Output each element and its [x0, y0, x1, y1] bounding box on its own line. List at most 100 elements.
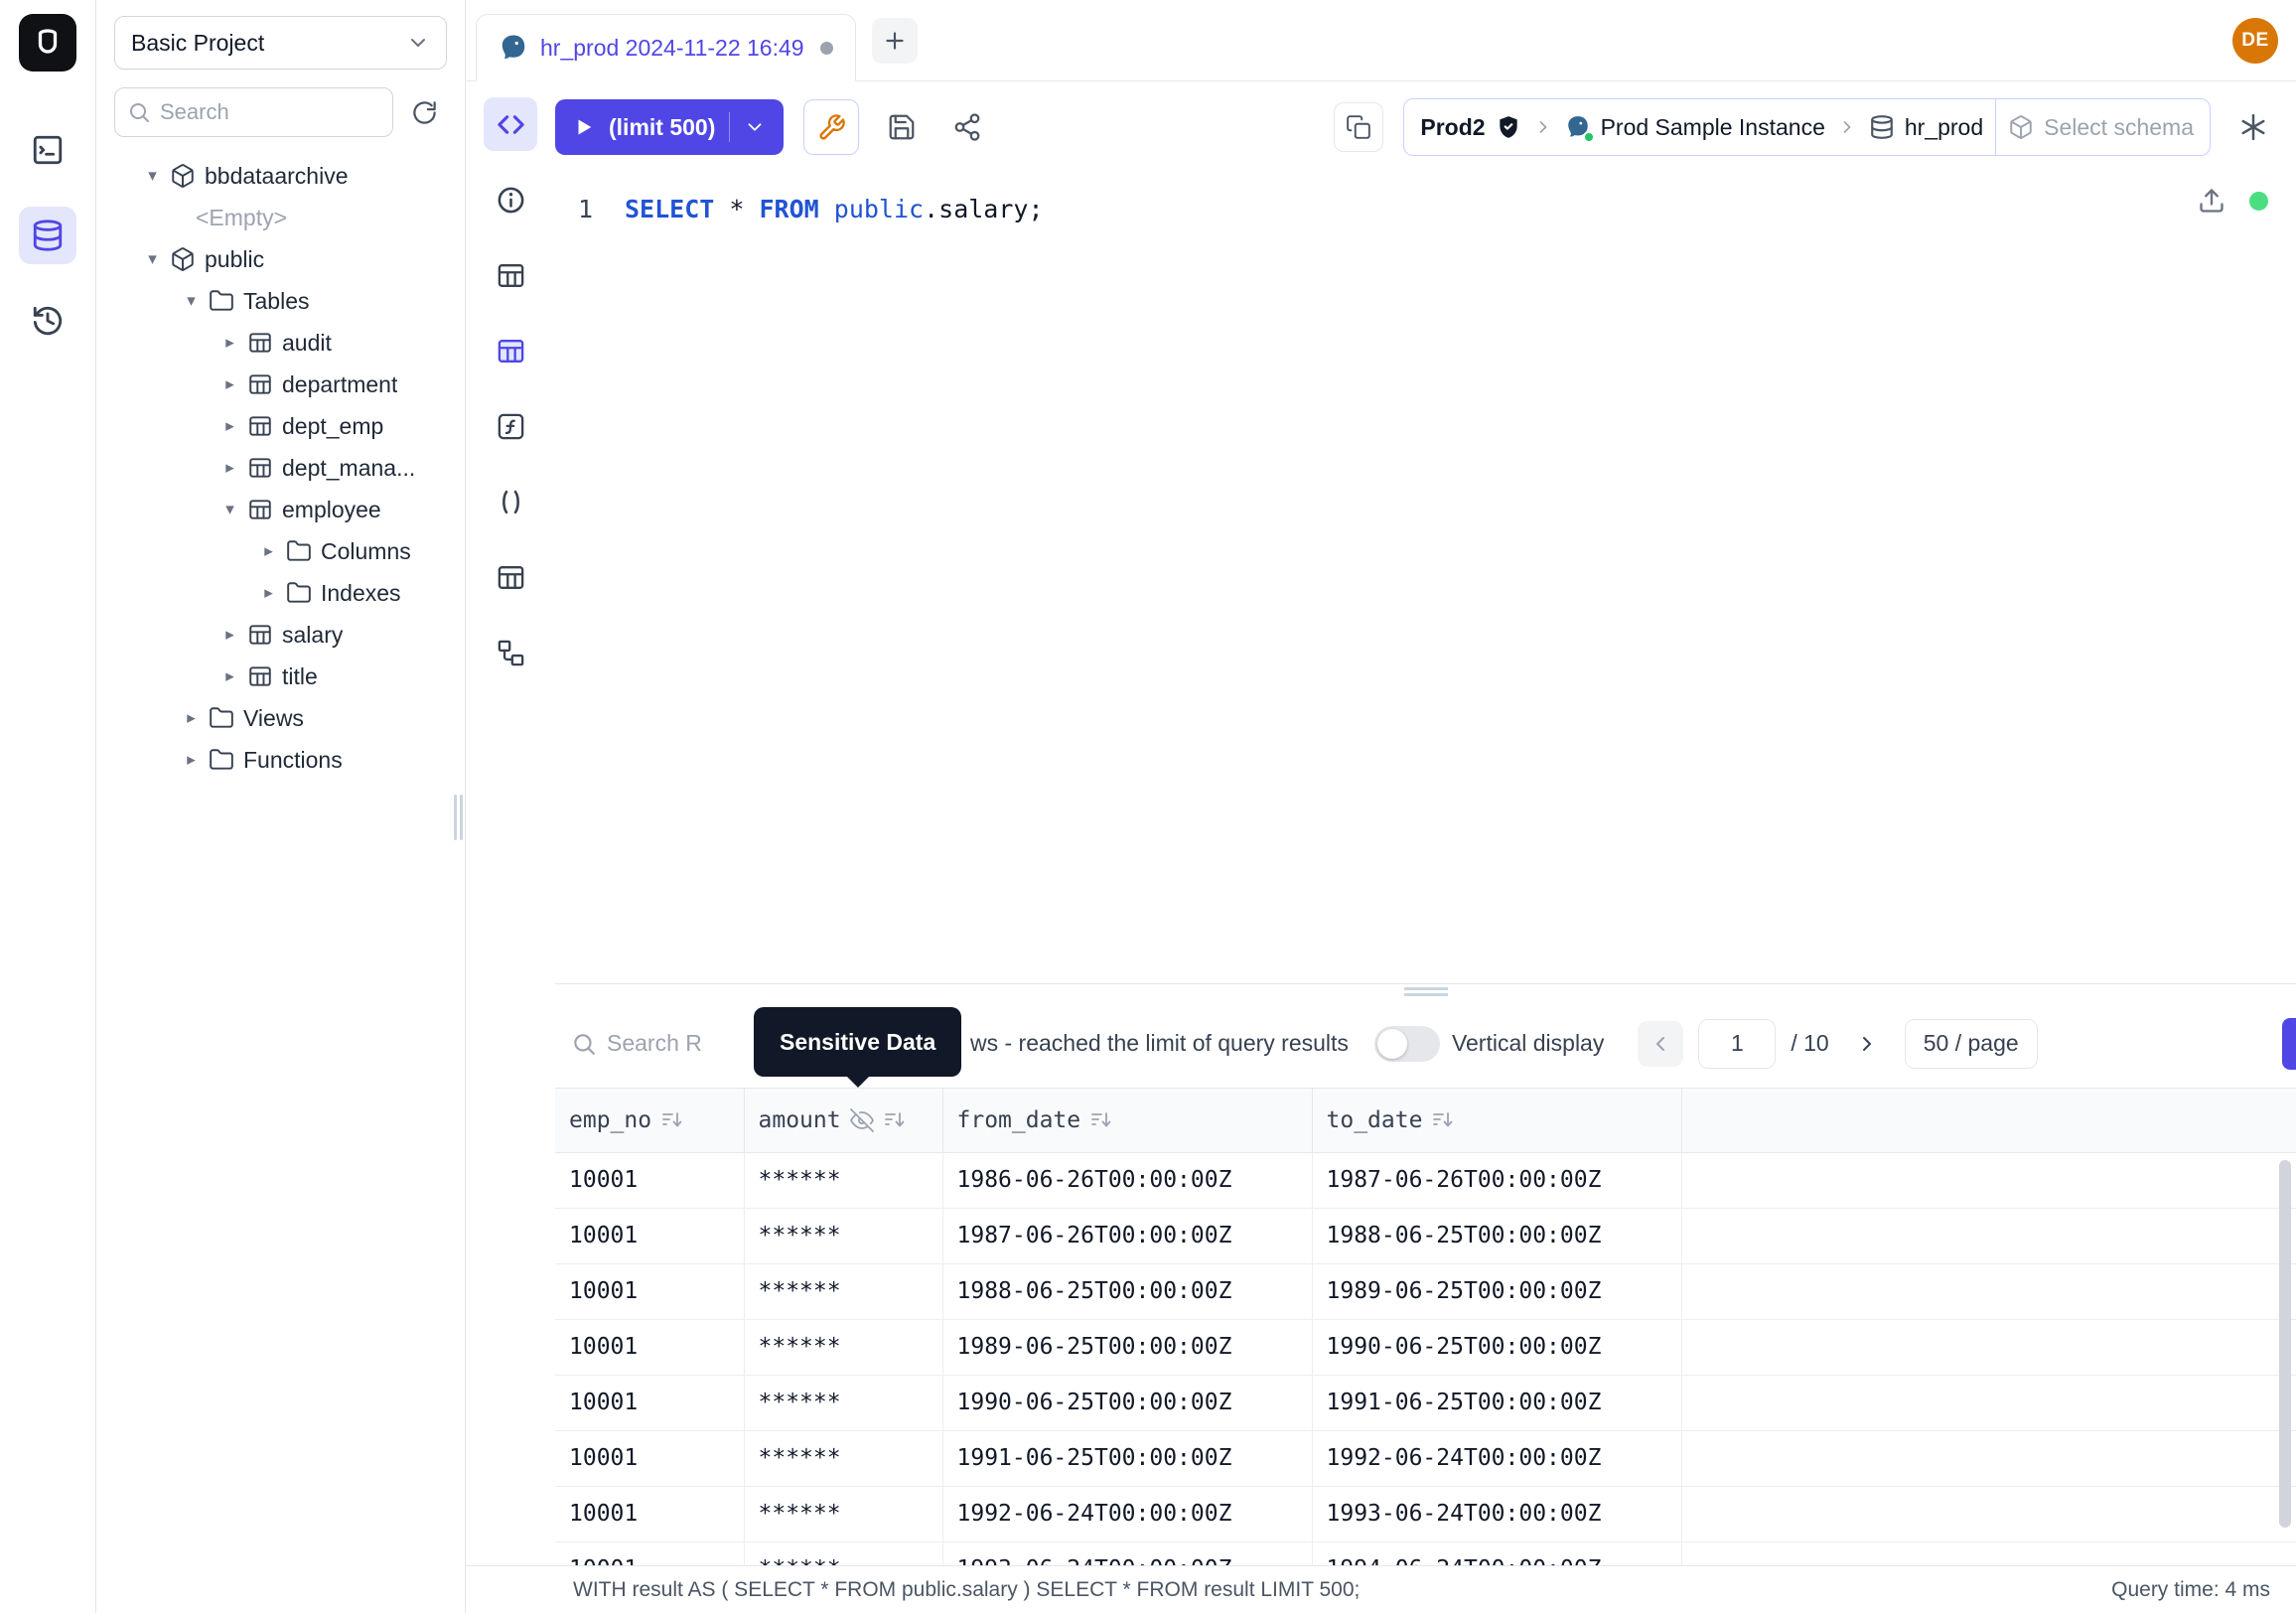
- instance-segment[interactable]: Prod Sample Instance: [1553, 99, 1837, 155]
- folder-icon: [286, 580, 312, 606]
- share-icon: [952, 112, 982, 142]
- results-scrollbar[interactable]: [2279, 1160, 2291, 1528]
- code-panel-button[interactable]: [484, 97, 537, 151]
- result-row: 10001******1988-06-25T00:00:00Z1989-06-2…: [555, 1263, 2296, 1319]
- database-icon: [1869, 114, 1895, 140]
- procedures-panel-button[interactable]: [484, 475, 537, 528]
- vertical-display-toggle[interactable]: Vertical display: [1374, 1026, 1604, 1062]
- eye-off-icon[interactable]: [850, 1108, 874, 1132]
- tree-item-views[interactable]: ▸Views: [114, 697, 447, 739]
- search-icon: [127, 100, 151, 124]
- tree-item-tables[interactable]: ▾Tables: [114, 280, 447, 322]
- page-size-select[interactable]: 50 / page: [1905, 1019, 2038, 1069]
- table-icon: [247, 455, 273, 481]
- sensitive-tables-panel-button[interactable]: [484, 324, 537, 377]
- caret-down-icon[interactable]: ▾: [183, 291, 200, 311]
- tree-item-dept-mana[interactable]: ▸dept_mana...: [114, 447, 447, 489]
- side-panel-edge-button[interactable]: [2282, 1018, 2296, 1070]
- sql-editor[interactable]: 1 SELECT * FROM public.salary;: [555, 173, 2296, 983]
- sidebar-resize-handle[interactable]: [454, 795, 463, 840]
- results-header-row: emp_noamountfrom_dateto_date: [555, 1089, 2296, 1152]
- connection-breadcrumb[interactable]: Prod2 Prod Sample Instance hr_prod: [1403, 98, 2211, 156]
- run-query-button[interactable]: (limit 500): [555, 99, 784, 155]
- sidebar: Basic Project ▾ bbdataarchive <Empty>▾publ…: [96, 0, 466, 1613]
- search-icon: [555, 1031, 597, 1057]
- result-cell: [1681, 1208, 2296, 1263]
- caret-right-icon[interactable]: ▸: [221, 374, 238, 394]
- result-row: 10001******1989-06-25T00:00:00Z1990-06-2…: [555, 1319, 2296, 1375]
- folder-icon: [209, 705, 234, 731]
- bytebase-logo-icon[interactable]: [19, 14, 76, 72]
- sidebar-search-input[interactable]: [160, 99, 380, 125]
- tree-item-label: bbdataarchive: [205, 163, 349, 190]
- user-avatar[interactable]: DE: [2232, 18, 2278, 64]
- tree-item-indexes[interactable]: ▸Indexes: [114, 572, 447, 614]
- caret-right-icon[interactable]: ▸: [221, 666, 238, 686]
- environment-segment[interactable]: Prod2: [1408, 99, 1532, 155]
- database-segment[interactable]: hr_prod: [1857, 99, 1995, 155]
- tree-item-dept-emp[interactable]: ▸dept_emp: [114, 405, 447, 447]
- column-header-to_date[interactable]: to_date: [1312, 1089, 1681, 1152]
- caret-right-icon[interactable]: ▸: [183, 750, 200, 770]
- save-sheet-button[interactable]: [879, 104, 925, 150]
- refresh-button[interactable]: [401, 89, 447, 135]
- caret-right-icon[interactable]: ▸: [260, 583, 277, 603]
- sort-icon[interactable]: [1089, 1108, 1113, 1132]
- caret-down-icon[interactable]: ▾: [144, 166, 161, 186]
- rail-databases-button[interactable]: [19, 207, 76, 264]
- result-cell: 1989-06-25T00:00:00Z: [942, 1319, 1312, 1375]
- result-cell: 1990-06-25T00:00:00Z: [942, 1375, 1312, 1430]
- next-page-button[interactable]: [1844, 1021, 1890, 1067]
- column-header-amount[interactable]: amount: [744, 1089, 942, 1152]
- caret-right-icon[interactable]: ▸: [221, 458, 238, 478]
- tree-item-columns[interactable]: ▸Columns: [114, 530, 447, 572]
- tables-panel-button[interactable]: [484, 248, 537, 302]
- result-row: 10001******1991-06-25T00:00:00Z1992-06-2…: [555, 1430, 2296, 1486]
- tree-item-public[interactable]: ▾public: [114, 238, 447, 280]
- column-header-from_date[interactable]: from_date: [942, 1089, 1312, 1152]
- schema-diagram-button[interactable]: [484, 626, 537, 679]
- caret-right-icon[interactable]: ▸: [260, 541, 277, 561]
- ai-assistant-button[interactable]: [2230, 104, 2276, 150]
- prev-page-button[interactable]: [1638, 1021, 1683, 1067]
- tab-hr-prod[interactable]: hr_prod 2024-11-22 16:49: [476, 14, 856, 81]
- page-number-input[interactable]: 1: [1698, 1019, 1776, 1069]
- column-header-emp_no[interactable]: emp_no: [555, 1089, 744, 1152]
- tree-item-bbdataarchive[interactable]: ▾ bbdataarchive: [114, 155, 447, 197]
- upload-button[interactable]: [2198, 187, 2225, 215]
- tree-item-salary[interactable]: ▸salary: [114, 614, 447, 656]
- panel-splitter[interactable]: [555, 983, 2296, 999]
- chevron-down-icon[interactable]: [744, 116, 766, 138]
- tree-item-employee[interactable]: ▾employee: [114, 489, 447, 530]
- tree-item-audit[interactable]: ▸audit: [114, 322, 447, 364]
- sort-icon[interactable]: [1431, 1108, 1455, 1132]
- tree-item-title[interactable]: ▸title: [114, 656, 447, 697]
- tree-item-functions[interactable]: ▸Functions: [114, 739, 447, 781]
- toggle-track[interactable]: [1374, 1026, 1440, 1062]
- caret-down-icon[interactable]: ▾: [144, 249, 161, 269]
- admin-mode-button[interactable]: [803, 99, 859, 155]
- caret-right-icon[interactable]: ▸: [221, 625, 238, 645]
- caret-down-icon[interactable]: ▾: [221, 500, 238, 519]
- caret-right-icon[interactable]: ▸: [221, 416, 238, 436]
- add-tab-button[interactable]: [872, 18, 918, 64]
- tree-item-empty[interactable]: <Empty>: [114, 197, 447, 238]
- caret-right-icon[interactable]: ▸: [183, 708, 200, 728]
- batch-query-button[interactable]: [1334, 102, 1383, 152]
- sort-icon[interactable]: [883, 1108, 907, 1132]
- rail-history-button[interactable]: [19, 292, 76, 350]
- functions-panel-button[interactable]: [484, 399, 537, 453]
- caret-right-icon[interactable]: ▸: [221, 333, 238, 353]
- rail-sql-editor-button[interactable]: [19, 121, 76, 179]
- results-header: ws - reached the limit of query results …: [555, 999, 2296, 1088]
- sidebar-search[interactable]: [114, 87, 393, 137]
- sort-icon[interactable]: [660, 1108, 684, 1132]
- result-cell: [1681, 1541, 2296, 1565]
- info-panel-button[interactable]: [484, 173, 537, 226]
- diagram-icon: [496, 638, 526, 668]
- share-button[interactable]: [944, 104, 990, 150]
- project-select[interactable]: Basic Project: [114, 16, 447, 70]
- tree-item-department[interactable]: ▸department: [114, 364, 447, 405]
- external-tables-panel-button[interactable]: [484, 550, 537, 604]
- schema-select[interactable]: Select schema: [1996, 99, 2206, 155]
